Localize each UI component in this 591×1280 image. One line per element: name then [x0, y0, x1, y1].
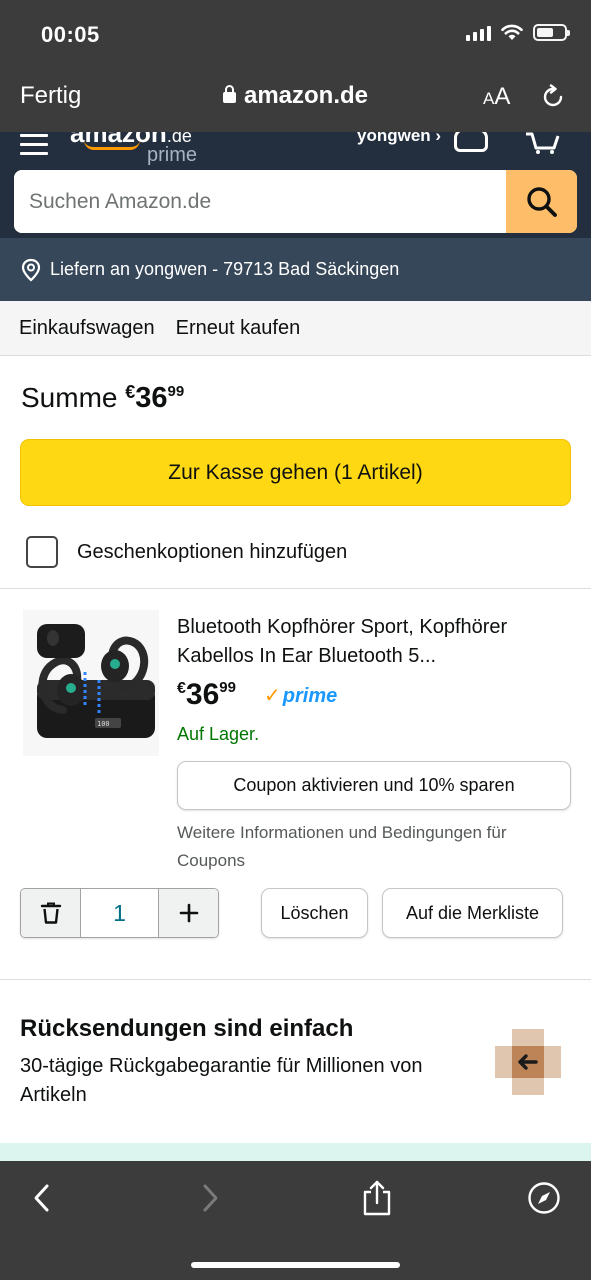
search-bar: [14, 170, 577, 233]
delete-button[interactable]: Löschen: [261, 888, 368, 938]
subtotal-label: Summe: [21, 382, 118, 413]
search-icon: [526, 186, 557, 217]
text-size-small-a: A: [483, 89, 495, 108]
subtotal-fraction: 99: [167, 383, 185, 400]
product-price: €3699: [177, 678, 236, 712]
quantity-stepper: 1: [20, 888, 219, 938]
home-indicator[interactable]: [191, 1262, 400, 1268]
divider: [0, 588, 591, 589]
header-top-row: amazon.de prime yongwen ›: [0, 132, 591, 166]
cart-subnav: Einkaufswagen Erneut kaufen: [0, 301, 591, 356]
returns-text: 30-tägige Rückgabegarantie für Millionen…: [20, 1055, 423, 1106]
search-input[interactable]: [14, 170, 506, 233]
reload-icon[interactable]: [540, 84, 566, 110]
subtotal: Summe €3699: [21, 382, 184, 415]
activate-coupon-button[interactable]: Coupon aktivieren und 10% sparen: [177, 761, 571, 810]
amazon-header: amazon.de prime yongwen ›: [0, 132, 591, 238]
gift-option-label: Geschenkoptionen hinzufügen: [77, 540, 348, 563]
plus-icon: [179, 903, 198, 923]
account-link[interactable]: yongwen ›: [357, 132, 441, 146]
status-icons: [466, 24, 570, 41]
lock-icon: [222, 85, 236, 103]
product-image[interactable]: 100: [23, 610, 159, 756]
text-size-large-a: A: [494, 83, 511, 110]
delete-quantity-button[interactable]: [21, 889, 80, 937]
gift-checkbox[interactable]: [26, 536, 58, 568]
subtotal-currency: €: [125, 382, 136, 402]
location-pin-icon: [20, 258, 42, 282]
coupon-terms-link[interactable]: Weitere Informationen und Bedingungen fü…: [177, 819, 577, 875]
hamburger-menu-icon[interactable]: [20, 134, 48, 155]
chevron-right-icon: [203, 1184, 218, 1212]
price-currency: €: [177, 680, 186, 697]
compass-icon: [528, 1182, 560, 1214]
product-title[interactable]: Bluetooth Kopfhörer Sport, Kopfhörer Kab…: [177, 613, 567, 671]
price-whole: 36: [185, 678, 220, 711]
back-button[interactable]: [22, 1178, 62, 1218]
share-button[interactable]: [357, 1178, 397, 1218]
text-size-button[interactable]: AA: [483, 83, 510, 111]
search-button[interactable]: [506, 170, 577, 233]
share-icon: [363, 1180, 391, 1216]
tab-cart[interactable]: Einkaufswagen: [19, 317, 155, 340]
chevron-left-icon: [34, 1184, 49, 1212]
prime-label: prime: [282, 685, 338, 707]
wifi-icon: [501, 24, 523, 40]
checkout-button[interactable]: Zur Kasse gehen (1 Artikel): [20, 439, 571, 506]
logo-prime: prime: [147, 144, 198, 166]
forward-button[interactable]: [190, 1178, 230, 1218]
status-time: 00:05: [41, 22, 100, 47]
url-text: amazon.de: [243, 82, 369, 109]
svg-text:100: 100: [97, 720, 110, 728]
trash-icon: [40, 902, 61, 924]
gift-option-row[interactable]: Geschenkoptionen hinzufügen: [26, 536, 347, 568]
stock-status: Auf Lager.: [177, 724, 260, 744]
logo-smile: [84, 140, 140, 150]
prime-badge: ✓ prime: [264, 683, 337, 708]
increase-quantity-button[interactable]: [159, 889, 218, 937]
open-in-safari-button[interactable]: [524, 1178, 564, 1218]
divider: [0, 979, 591, 980]
cellular-signal-icon: [466, 25, 491, 41]
delivery-location-bar[interactable]: Liefern an yongwen - 79713 Bad Säckingen: [0, 238, 591, 301]
tab-buy-again[interactable]: Erneut kaufen: [176, 317, 301, 340]
account-icon[interactable]: [454, 132, 488, 152]
browser-top-bar: 00:05 Fertig amazon.de AA: [0, 0, 591, 132]
returns-title: Rücksendungen sind einfach: [20, 1015, 354, 1042]
battery-icon: [533, 24, 570, 41]
return-box-icon: [495, 1029, 561, 1095]
subtotal-whole: 36: [135, 382, 168, 414]
promo-strip: [0, 1143, 591, 1163]
save-for-later-button[interactable]: Auf die Merkliste: [382, 888, 563, 938]
price-fraction: 99: [219, 679, 236, 696]
quantity-value[interactable]: 1: [80, 889, 159, 937]
cart-icon[interactable]: [524, 132, 560, 154]
prime-check-icon: ✓: [264, 685, 281, 707]
done-button[interactable]: Fertig: [20, 82, 81, 110]
delivery-text: Liefern an yongwen - 79713 Bad Säckingen: [50, 259, 400, 279]
